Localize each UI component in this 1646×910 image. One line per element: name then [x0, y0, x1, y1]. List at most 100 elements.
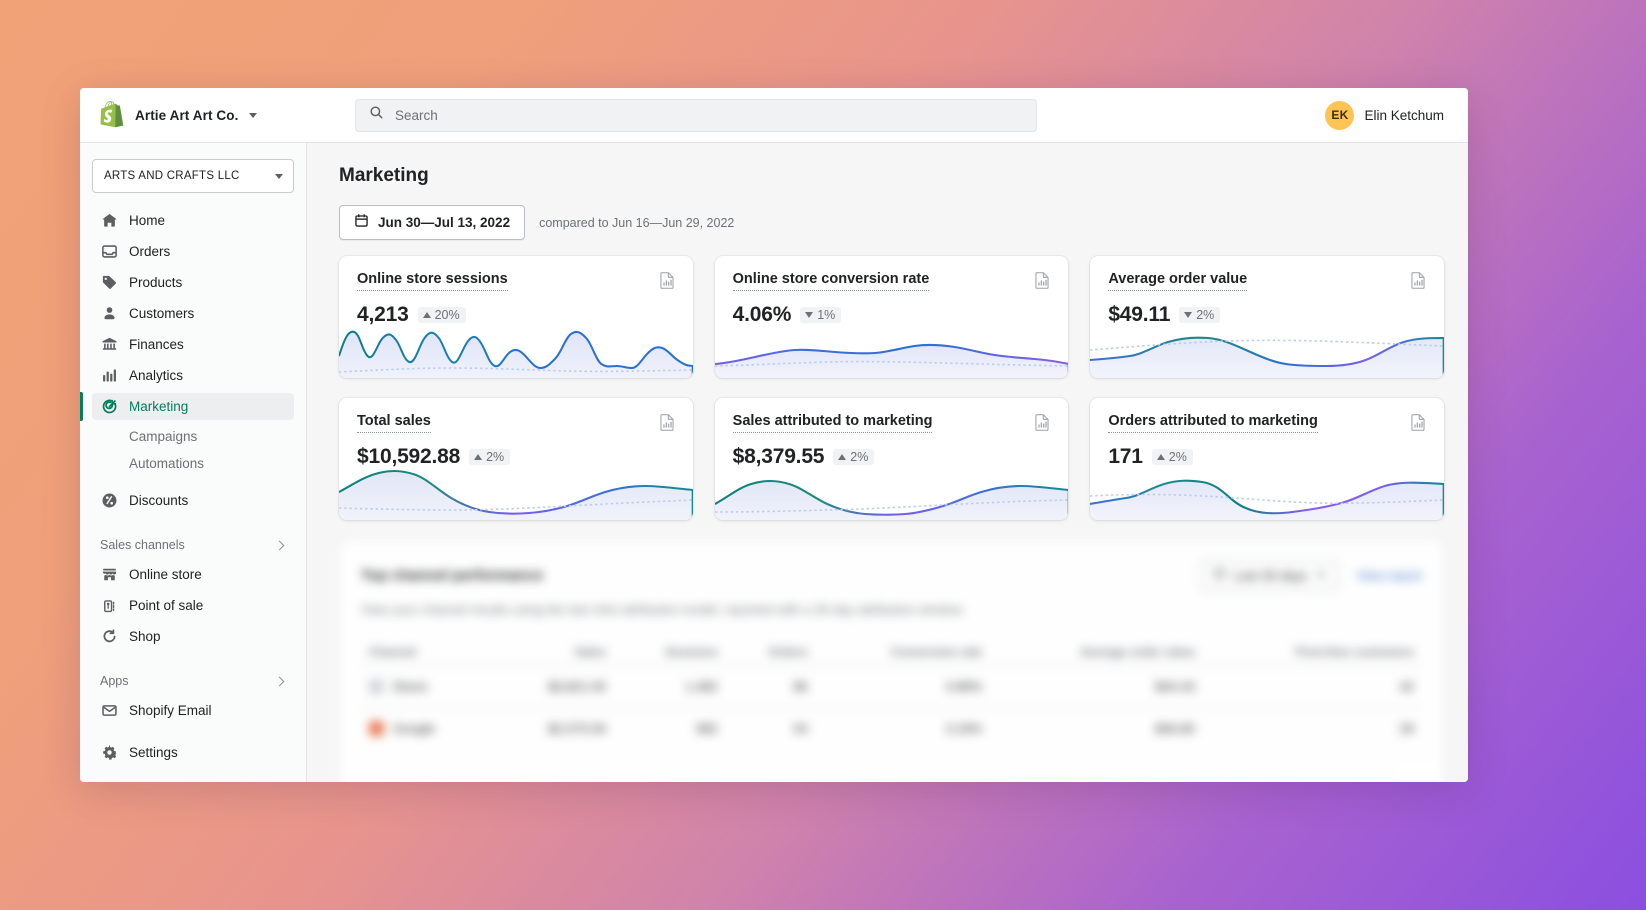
- report-document-icon[interactable]: [660, 272, 675, 294]
- cell-average-order-value: $46.80: [990, 707, 1204, 749]
- view-report-link[interactable]: View report: [1356, 568, 1422, 583]
- user-name: Elin Ketchum: [1364, 107, 1444, 123]
- channel-performance-table: Channel Sales Sessions Orders Conversion…: [361, 639, 1422, 749]
- panel-header: Top channel performance Last 30 days Vie…: [361, 560, 1422, 590]
- sidebar-item-customers[interactable]: Customers: [92, 300, 294, 327]
- cell-sales: $3,821.00: [494, 665, 615, 708]
- user-menu[interactable]: EK Elin Ketchum: [1325, 100, 1444, 130]
- date-range-picker[interactable]: Jun 30—Jul 13, 2022: [339, 205, 526, 240]
- point-of-sale-icon: [100, 597, 118, 615]
- top-channel-performance-panel[interactable]: Top channel performance Last 30 days Vie…: [339, 540, 1444, 782]
- sidebar-item-label: Marketing: [129, 399, 189, 414]
- report-document-icon[interactable]: [1411, 272, 1426, 294]
- column-header-orders[interactable]: Orders: [726, 639, 816, 666]
- sidebar-item-orders[interactable]: Orders: [92, 238, 294, 265]
- page-title: Marketing: [339, 165, 429, 186]
- top-bar: Artie Art Art Co. EK Elin Ketchum: [80, 88, 1468, 143]
- sidebar: ARTS AND CRAFTS LLC Home Orders Products…: [80, 143, 307, 782]
- email-envelope-icon: [100, 702, 118, 720]
- metric-card[interactable]: Sales attributed to marketing $8,379.55 …: [714, 398, 1069, 520]
- sidebar-item-products[interactable]: Products: [92, 269, 294, 296]
- sparkline-chart: [1090, 316, 1444, 378]
- store-brand[interactable]: Artie Art Art Co.: [100, 101, 340, 129]
- chevron-right-icon: [274, 540, 285, 550]
- sidebar-item-discounts[interactable]: Discounts: [92, 487, 294, 514]
- sidebar-item-label: Online store: [129, 567, 202, 582]
- cell-orders: 86: [725, 665, 816, 708]
- discounts-icon: [100, 492, 118, 510]
- column-header-conversion-rate[interactable]: Conversion rate: [816, 639, 990, 666]
- column-header-first-time-customers[interactable]: First-time customers: [1203, 639, 1422, 666]
- cell-sessions: 982: [614, 707, 726, 749]
- sidebar-item-label: Home: [129, 213, 166, 228]
- orders-icon: [100, 243, 118, 261]
- channel-name: Google: [393, 721, 435, 736]
- metric-card[interactable]: Online store conversion rate 4.06% 1%: [714, 256, 1069, 378]
- metric-card-grid: Online store sessions 4,213 20% Online s…: [339, 256, 1444, 520]
- column-header-sales[interactable]: Sales: [494, 639, 614, 666]
- cell-channel: Direct: [361, 665, 495, 708]
- metric-card[interactable]: Average order value $49.11 2%: [1090, 256, 1444, 378]
- sidebar-item-shop[interactable]: Shop: [92, 623, 294, 650]
- sidebar-item-settings[interactable]: Settings: [92, 739, 294, 766]
- home-icon: [100, 212, 118, 230]
- sidebar-section-sales-channels[interactable]: Sales channels: [92, 532, 294, 558]
- report-document-icon[interactable]: [1035, 272, 1050, 294]
- sidebar-section-apps[interactable]: Apps: [92, 668, 294, 694]
- channel-icon: [369, 721, 384, 736]
- sidebar-subitem-campaigns[interactable]: Campaigns: [92, 424, 294, 449]
- sparkline-chart: [339, 316, 693, 378]
- report-document-icon[interactable]: [1411, 414, 1426, 436]
- cell-sales: $2,570.00: [494, 707, 615, 749]
- sidebar-item-finances[interactable]: Finances: [92, 331, 294, 358]
- sidebar-item-label: Orders: [129, 244, 171, 259]
- cell-channel: Google: [361, 707, 495, 749]
- report-document-icon[interactable]: [1035, 414, 1050, 436]
- chevron-right-icon: [274, 676, 285, 686]
- metric-head: Online store conversion rate: [732, 271, 1051, 294]
- sidebar-item-point-of-sale[interactable]: Point of sale: [92, 592, 294, 619]
- search-bar[interactable]: [355, 98, 1037, 132]
- gear-icon: [100, 744, 118, 762]
- sidebar-item-marketing[interactable]: Marketing: [80, 392, 294, 421]
- chevron-down-icon: [275, 173, 283, 179]
- chevron-down-icon[interactable]: [249, 112, 258, 118]
- sidebar-item-label: Discounts: [129, 493, 189, 508]
- avatar: EK: [1325, 100, 1355, 130]
- search-input[interactable]: [395, 107, 1023, 123]
- table-row[interactable]: Direct $3,821.00 1,482 86 4.88% $44.43 4…: [361, 665, 1422, 708]
- table-header: Channel Sales Sessions Orders Conversion…: [361, 639, 1422, 666]
- sidebar-subitem-label: Automations: [129, 456, 205, 471]
- sidebar-item-analytics[interactable]: Analytics: [92, 362, 294, 389]
- customers-person-icon: [100, 305, 118, 323]
- metric-head: Online store sessions: [357, 271, 675, 294]
- channel-name: Direct: [393, 679, 427, 694]
- metric-head: Orders attributed to marketing: [1108, 413, 1426, 436]
- products-tag-icon: [100, 274, 118, 292]
- sparkline-chart: [714, 316, 1069, 378]
- sidebar-item-label: Customers: [129, 306, 195, 321]
- compare-period-text: compared to Jun 16—Jun 29, 2022: [539, 215, 735, 230]
- sidebar-item-home[interactable]: Home: [92, 207, 294, 234]
- column-header-average-order-value[interactable]: Average order value: [990, 639, 1203, 666]
- sidebar-item-label: Shopify Email: [129, 703, 212, 718]
- metric-title: Total sales: [357, 413, 431, 433]
- search-icon: [369, 105, 384, 125]
- sidebar-subitem-automations[interactable]: Automations: [92, 451, 294, 476]
- sidebar-item-online-store[interactable]: Online store: [92, 561, 294, 588]
- finances-bank-icon: [100, 336, 118, 354]
- report-document-icon[interactable]: [660, 414, 675, 436]
- date-filter-button[interactable]: Last 30 days: [1199, 560, 1339, 590]
- metric-card[interactable]: Orders attributed to marketing 171 2%: [1090, 398, 1444, 520]
- column-header-sessions[interactable]: Sessions: [614, 639, 726, 666]
- column-header-channel[interactable]: Channel: [361, 639, 494, 666]
- metric-title: Average order value: [1108, 271, 1248, 291]
- metric-card[interactable]: Total sales $10,592.88 2%: [339, 398, 693, 520]
- cell-first-time-customers: 42: [1203, 665, 1422, 708]
- store-selector[interactable]: ARTS AND CRAFTS LLC: [92, 159, 294, 193]
- online-store-icon: [100, 566, 118, 584]
- metric-card[interactable]: Online store sessions 4,213 20%: [339, 256, 693, 378]
- cell-conversion-rate: 3.19%: [815, 707, 991, 749]
- table-row[interactable]: Google $2,570.00 982 54 3.19% $46.80 29: [361, 707, 1422, 749]
- sidebar-item-shopify-email[interactable]: Shopify Email: [92, 697, 294, 724]
